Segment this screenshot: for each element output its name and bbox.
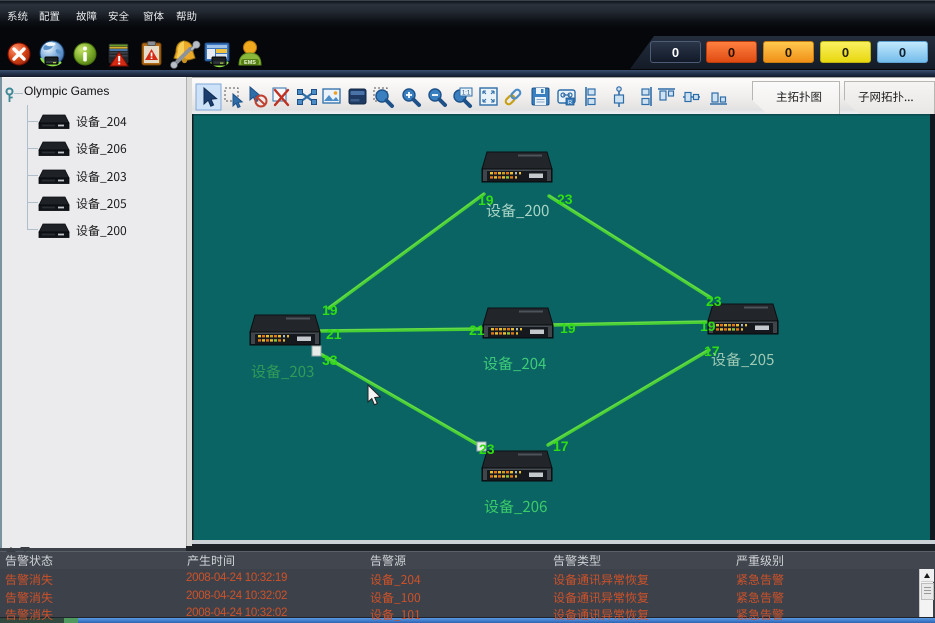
svg-text:19: 19: [700, 318, 716, 334]
svg-text:19: 19: [560, 320, 576, 336]
svg-text:17: 17: [704, 343, 720, 359]
svg-text:19: 19: [322, 302, 338, 318]
svg-text:33: 33: [322, 352, 338, 368]
svg-text:EMS: EMS: [244, 60, 256, 66]
svg-text:23: 23: [479, 441, 495, 457]
svg-text:19: 19: [478, 192, 494, 208]
svg-text:23: 23: [557, 191, 573, 207]
svg-text:1:1: 1:1: [462, 91, 471, 97]
svg-text:17: 17: [553, 438, 569, 454]
svg-text:R: R: [568, 100, 572, 106]
svg-text:21: 21: [326, 326, 342, 342]
svg-text:23: 23: [706, 293, 722, 309]
svg-text:21: 21: [469, 322, 485, 338]
